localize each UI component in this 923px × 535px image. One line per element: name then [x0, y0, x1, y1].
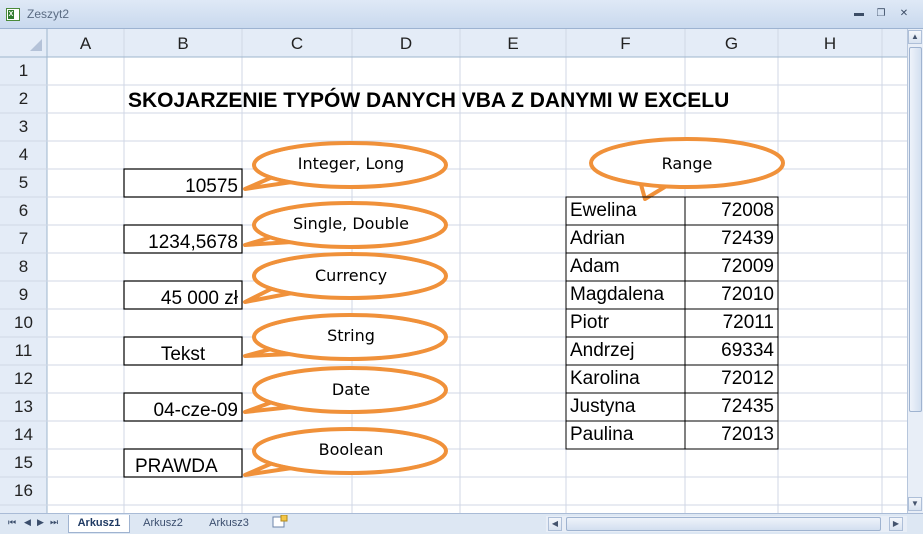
range-value-cell[interactable]: 72435	[685, 396, 774, 418]
range-value-cell[interactable]: 72013	[685, 424, 774, 446]
sheet-title[interactable]: SKOJARZENIE TYPÓW DANYCH VBA Z DANYMI W …	[128, 89, 729, 113]
row-header-7[interactable]: 7	[0, 229, 47, 249]
bubble-single-label: Single, Double	[292, 214, 410, 233]
scroll-up-button[interactable]: ▲	[908, 30, 922, 44]
bubble-range-label: Range	[661, 154, 713, 173]
bubble-boolean-label: Boolean	[318, 440, 384, 459]
range-value-cell[interactable]: 72011	[685, 312, 774, 334]
column-header-c[interactable]: C	[242, 34, 352, 54]
row-header-4[interactable]: 4	[0, 145, 47, 165]
range-name-cell[interactable]: Justyna	[570, 396, 635, 418]
scroll-left-button[interactable]: ◀	[548, 517, 562, 531]
column-header-d[interactable]: D	[352, 34, 460, 54]
row-header-8[interactable]: 8	[0, 257, 47, 277]
bubble-currency-label: Currency	[314, 266, 388, 285]
row-header-1[interactable]: 1	[0, 61, 47, 81]
range-value-cell[interactable]: 72008	[685, 200, 774, 222]
row-header-3[interactable]: 3	[0, 117, 47, 137]
last-sheet-button[interactable]: ⏭	[50, 517, 58, 528]
range-name-cell[interactable]: Adrian	[570, 228, 625, 250]
excel-app-icon: X	[6, 8, 20, 21]
column-header-a[interactable]: A	[47, 34, 124, 54]
range-value-cell[interactable]: 72010	[685, 284, 774, 306]
cell-b9[interactable]: 45 000 zł	[124, 288, 238, 310]
next-sheet-button[interactable]: ▶	[37, 517, 44, 528]
insert-sheet-icon[interactable]	[268, 514, 292, 532]
sheet-tab-bar: ⏮ ◀ ▶ ⏭ Arkusz1 Arkusz2 Arkusz3 ◀ ▶	[0, 513, 923, 534]
row-header-16[interactable]: 16	[0, 481, 47, 501]
bubble-string-label: String	[327, 326, 375, 345]
scroll-down-button[interactable]: ▼	[908, 497, 922, 511]
cell-b15[interactable]: PRAWDA	[124, 456, 238, 478]
range-value-cell[interactable]: 72439	[685, 228, 774, 250]
row-header-2[interactable]: 2	[0, 89, 47, 109]
range-name-cell[interactable]: Andrzej	[570, 340, 634, 362]
row-header-15[interactable]: 15	[0, 453, 47, 473]
window-titlebar: X Zeszyt2 ▬ ❐ ✕	[0, 0, 923, 29]
row-header-6[interactable]: 6	[0, 201, 47, 221]
first-sheet-button[interactable]: ⏮	[8, 517, 16, 528]
tab-arkusz2[interactable]: Arkusz2	[132, 515, 194, 532]
range-name-cell[interactable]: Piotr	[570, 312, 609, 334]
tab-arkusz1[interactable]: Arkusz1	[68, 515, 130, 533]
prev-sheet-button[interactable]: ◀	[24, 517, 31, 528]
range-name-cell[interactable]: Ewelina	[570, 200, 637, 222]
minimize-button[interactable]: ▬	[850, 6, 868, 22]
row-header-13[interactable]: 13	[0, 397, 47, 417]
range-value-cell[interactable]: 72009	[685, 256, 774, 278]
close-button[interactable]: ✕	[895, 6, 913, 22]
cell-b5[interactable]: 10575	[124, 176, 238, 198]
row-header-12[interactable]: 12	[0, 369, 47, 389]
column-header-e[interactable]: E	[460, 34, 566, 54]
column-header-h[interactable]: H	[778, 34, 882, 54]
vertical-scrollbar[interactable]: ▲ ▼	[907, 29, 923, 513]
cell-b11[interactable]: Tekst	[124, 344, 242, 366]
bubble-date-label: Date	[331, 380, 371, 399]
range-value-cell[interactable]: 69334	[685, 340, 774, 362]
range-name-cell[interactable]: Adam	[570, 256, 620, 278]
worksheet-grid[interactable]: ABCDEFGH 1 2 3 4 5 6 7 8 9 10 11 12 13 14 15 16 SKOJARZ…	[0, 29, 907, 513]
horizontal-scroll-thumb[interactable]	[566, 517, 881, 531]
vertical-scroll-thumb[interactable]	[909, 47, 922, 412]
cell-b13[interactable]: 04-cze-09	[124, 400, 239, 422]
row-header-14[interactable]: 14	[0, 425, 47, 445]
row-header-10[interactable]: 10	[0, 313, 47, 333]
range-value-cell[interactable]: 72012	[685, 368, 774, 390]
horizontal-scrollbar[interactable]: ◀ ▶	[546, 516, 907, 532]
row-header-9[interactable]: 9	[0, 285, 47, 305]
row-header-5[interactable]: 5	[0, 173, 47, 193]
cell-b7[interactable]: 1234,5678	[124, 232, 238, 254]
range-name-cell[interactable]: Magdalena	[570, 284, 664, 306]
column-header-g[interactable]: G	[685, 34, 778, 54]
range-name-cell[interactable]: Paulina	[570, 424, 633, 446]
bubble-integer-label: Integer, Long	[297, 154, 405, 173]
column-header-b[interactable]: B	[124, 34, 242, 54]
window-title: Zeszyt2	[27, 7, 70, 21]
restore-button[interactable]: ❐	[872, 6, 890, 22]
row-header-11[interactable]: 11	[0, 341, 47, 361]
tab-arkusz3[interactable]: Arkusz3	[198, 515, 260, 532]
scroll-right-button[interactable]: ▶	[889, 517, 903, 531]
column-header-f[interactable]: F	[566, 34, 685, 54]
range-name-cell[interactable]: Karolina	[570, 368, 640, 390]
